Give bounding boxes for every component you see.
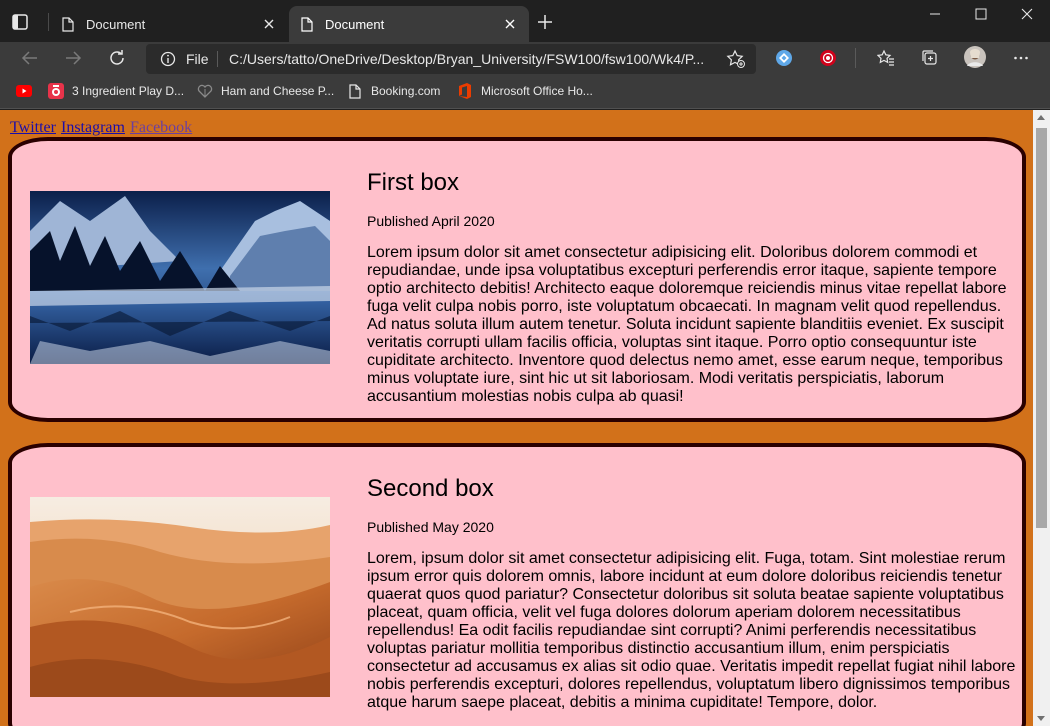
mountain-lake-image bbox=[30, 191, 330, 364]
tab-separator bbox=[48, 13, 49, 31]
instagram-link[interactable]: Instagram bbox=[61, 119, 125, 136]
scroll-down-icon[interactable] bbox=[1037, 716, 1045, 721]
bookmark-label: Booking.com bbox=[371, 84, 441, 98]
heart-icon bbox=[197, 83, 213, 99]
box-body-text: Lorem ipsum dolor sit amet consectetur a… bbox=[367, 244, 1007, 405]
vertical-scrollbar[interactable] bbox=[1033, 110, 1050, 726]
bookmark-youtube[interactable] bbox=[16, 82, 40, 100]
box-title: First box bbox=[367, 169, 460, 196]
extension-record-icon[interactable] bbox=[815, 46, 841, 70]
bookmark-label: Microsoft Office Ho... bbox=[481, 84, 593, 98]
bookmarks-bar: 3 Ingredient Play D... Ham and Cheese P.… bbox=[0, 74, 1050, 109]
minimize-icon[interactable] bbox=[912, 0, 958, 28]
bookmark-label: Ham and Cheese P... bbox=[221, 84, 335, 98]
tab-actions-icon[interactable] bbox=[10, 12, 30, 32]
scrollbar-thumb[interactable] bbox=[1036, 128, 1047, 528]
favorites-icon[interactable] bbox=[873, 46, 899, 70]
forward-icon[interactable] bbox=[60, 46, 86, 70]
bookmark-booking[interactable]: Booking.com bbox=[347, 82, 440, 100]
url-text[interactable]: C:/Users/tatto/OneDrive/Desktop/Bryan_Un… bbox=[229, 51, 709, 67]
browser-window: Document Document File C:/Users/tatto/On… bbox=[0, 0, 1050, 726]
bookmark-office[interactable]: Microsoft Office Ho... bbox=[457, 82, 593, 100]
publish-date: Published April 2020 bbox=[367, 213, 495, 229]
tab-title: Document bbox=[86, 16, 146, 32]
bookmark-ham-cheese[interactable]: Ham and Cheese P... bbox=[197, 82, 334, 100]
collections-icon[interactable] bbox=[917, 46, 943, 70]
scroll-up-icon[interactable] bbox=[1037, 115, 1045, 120]
toolbar-separator bbox=[855, 48, 856, 68]
close-window-icon[interactable] bbox=[1004, 0, 1050, 28]
social-links: Twitter Instagram Facebook bbox=[10, 119, 193, 137]
profile-avatar[interactable] bbox=[962, 45, 988, 69]
box-title: Second box bbox=[367, 475, 494, 502]
office-icon bbox=[457, 83, 473, 99]
title-bar: Document Document bbox=[0, 0, 1050, 42]
page-icon bbox=[347, 83, 363, 99]
bookmark-label: 3 Ingredient Play D... bbox=[72, 84, 185, 98]
tab-title: Document bbox=[325, 16, 385, 32]
youtube-icon bbox=[16, 83, 32, 99]
page-viewport: Twitter Instagram Facebook First box Pub… bbox=[0, 110, 1033, 726]
extension-diamond-icon[interactable] bbox=[771, 46, 797, 70]
first-box: First box Published April 2020 Lorem ips… bbox=[8, 137, 1026, 422]
close-tab-icon[interactable] bbox=[501, 15, 519, 33]
refresh-icon[interactable] bbox=[104, 46, 130, 70]
scheme-label: File bbox=[186, 51, 209, 67]
desert-dunes-image bbox=[30, 497, 330, 697]
new-tab-icon[interactable] bbox=[535, 12, 555, 32]
browser-tab-2-active[interactable]: Document bbox=[289, 6, 529, 42]
document-icon bbox=[62, 16, 74, 32]
twitter-link[interactable]: Twitter bbox=[10, 119, 56, 136]
publish-date: Published May 2020 bbox=[367, 519, 494, 535]
close-tab-icon[interactable] bbox=[260, 15, 278, 33]
facebook-link[interactable]: Facebook bbox=[130, 119, 192, 136]
document-icon bbox=[301, 16, 313, 32]
second-box: Second box Published May 2020 Lorem, ips… bbox=[8, 443, 1026, 726]
address-bar[interactable]: File C:/Users/tatto/OneDrive/Desktop/Bry… bbox=[146, 44, 756, 74]
first-box-content: First box Published April 2020 Lorem ips… bbox=[367, 167, 1019, 406]
second-box-content: Second box Published May 2020 Lorem, ips… bbox=[367, 473, 1019, 712]
address-separator bbox=[217, 51, 218, 67]
recipe-icon bbox=[48, 83, 64, 99]
bookmark-recipe[interactable]: 3 Ingredient Play D... bbox=[48, 82, 184, 100]
add-favorite-icon[interactable] bbox=[726, 49, 746, 72]
info-icon[interactable] bbox=[160, 51, 176, 70]
back-icon[interactable] bbox=[17, 46, 43, 70]
browser-tab-1[interactable]: Document bbox=[50, 6, 288, 42]
more-menu-icon[interactable] bbox=[1008, 46, 1034, 70]
maximize-icon[interactable] bbox=[958, 0, 1004, 28]
box-body-text: Lorem, ipsum dolor sit amet consectetur … bbox=[367, 550, 1016, 711]
